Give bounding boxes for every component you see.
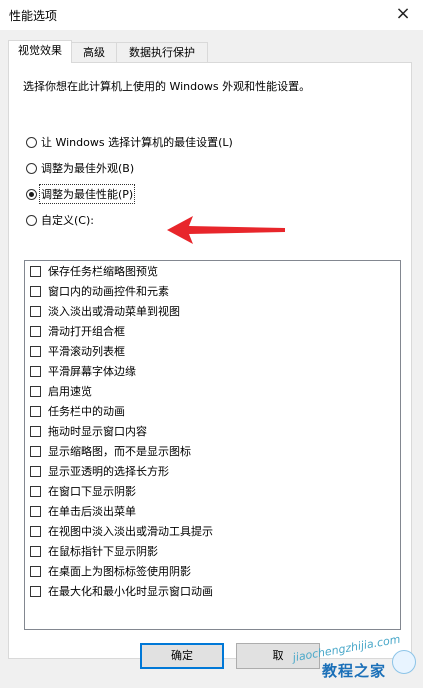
red-arrow-icon [167,216,285,244]
checkbox[interactable] [30,465,41,477]
checkbox[interactable] [30,365,41,377]
checkbox[interactable] [30,285,41,297]
checkbox[interactable] [30,525,41,537]
tab-data-execution-prevention[interactable]: 数据执行保护 [116,42,208,62]
option-label: 保存任务栏缩略图预览 [48,265,158,278]
option-label: 在窗口下显示阴影 [48,485,136,498]
list-item[interactable]: 平滑屏幕字体边缘 [25,361,400,381]
option-label: 拖动时显示窗口内容 [48,425,147,438]
watermark-logo-icon [392,650,416,674]
list-item[interactable]: 滑动打开组合框 [25,321,400,341]
checkbox[interactable] [30,385,41,397]
checkbox[interactable] [30,565,41,577]
radio-best-performance[interactable]: 调整为最佳性能(P) [26,184,136,204]
checkbox[interactable] [30,305,41,317]
window-title: 性能选项 [9,9,58,23]
option-label: 在桌面上为图标标签使用阴影 [48,565,191,578]
checkbox[interactable] [30,425,41,437]
radio-label: 让 Windows 选择计算机的最佳设置(L) [41,136,233,149]
checkbox[interactable] [30,405,41,417]
list-item[interactable]: 显示缩略图，而不是显示图标 [25,441,400,461]
option-label: 显示亚透明的选择长方形 [48,465,169,478]
option-label: 平滑滚动列表框 [48,345,125,358]
effects-list[interactable]: 保存任务栏缩略图预览 窗口内的动画控件和元素 淡入淡出或滑动菜单到视图 滑动打开… [24,260,401,630]
option-label: 任务栏中的动画 [48,405,125,418]
list-item[interactable]: 在最大化和最小化时显示窗口动画 [25,581,400,601]
checkbox[interactable] [30,265,41,277]
list-item[interactable]: 拖动时显示窗口内容 [25,421,400,441]
radio-custom[interactable]: 自定义(C): [26,211,94,229]
list-item[interactable]: 在视图中淡入淡出或滑动工具提示 [25,521,400,541]
radio-let-windows-choose[interactable]: 让 Windows 选择计算机的最佳设置(L) [26,133,233,151]
checkbox[interactable] [30,585,41,597]
list-item[interactable]: 窗口内的动画控件和元素 [25,281,400,301]
option-label: 在最大化和最小化时显示窗口动画 [48,585,213,598]
list-item[interactable]: 平滑滚动列表框 [25,341,400,361]
checkbox[interactable] [30,345,41,357]
watermark-name: 教程之家 [322,662,387,680]
option-label: 在单击后淡出菜单 [48,505,136,518]
checkbox[interactable] [30,445,41,457]
radio-label: 调整为最佳外观(B) [41,162,135,175]
option-label: 在视图中淡入淡出或滑动工具提示 [48,525,213,538]
checkbox[interactable] [30,505,41,517]
ok-button[interactable]: 确定 [140,643,224,669]
list-item[interactable]: 任务栏中的动画 [25,401,400,421]
panel-description: 选择你想在此计算机上使用的 Windows 外观和性能设置。 [23,80,311,93]
list-item[interactable]: 启用速览 [25,381,400,401]
list-item[interactable]: 在窗口下显示阴影 [25,481,400,501]
list-item[interactable]: 保存任务栏缩略图预览 [25,261,400,281]
radio-best-appearance[interactable]: 调整为最佳外观(B) [26,159,134,177]
option-label: 淡入淡出或滑动菜单到视图 [48,305,180,318]
radio-button-selected[interactable] [26,188,37,200]
close-icon[interactable]: × [393,4,413,24]
tab-visual-effects[interactable]: 视觉效果 [8,40,72,63]
radio-label: 自定义(C): [41,214,94,227]
list-item[interactable]: 淡入淡出或滑动菜单到视图 [25,301,400,321]
list-item[interactable]: 显示亚透明的选择长方形 [25,461,400,481]
list-item[interactable]: 在单击后淡出菜单 [25,501,400,521]
radio-button[interactable] [26,136,37,148]
option-label: 显示缩略图，而不是显示图标 [48,445,191,458]
option-label: 窗口内的动画控件和元素 [48,285,169,298]
radio-button[interactable] [26,162,37,174]
radio-button[interactable] [26,214,37,226]
option-label: 平滑屏幕字体边缘 [48,365,136,378]
checkbox[interactable] [30,485,41,497]
watermark: jiaochengzhijia.com 教程之家 [292,633,420,686]
visual-effects-panel: 选择你想在此计算机上使用的 Windows 外观和性能设置。 让 Windows… [8,62,412,659]
list-item[interactable]: 在鼠标指针下显示阴影 [25,541,400,561]
checkbox[interactable] [30,545,41,557]
option-label: 在鼠标指针下显示阴影 [48,545,158,558]
title-bar: 性能选项 × [0,0,423,30]
option-label: 启用速览 [48,385,92,398]
tab-advanced[interactable]: 高级 [71,42,117,62]
option-label: 滑动打开组合框 [48,325,125,338]
dialog-body: 视觉效果 高级 数据执行保护 选择你想在此计算机上使用的 Windows 外观和… [0,30,423,688]
radio-label: 调整为最佳性能(P) [38,184,136,204]
checkbox[interactable] [30,325,41,337]
list-item[interactable]: 在桌面上为图标标签使用阴影 [25,561,400,581]
